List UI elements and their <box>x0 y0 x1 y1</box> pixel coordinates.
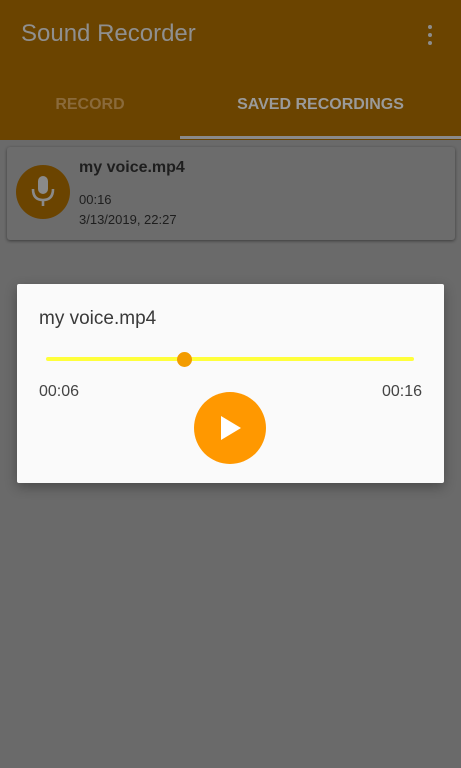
play-icon <box>221 416 241 440</box>
total-time: 00:16 <box>381 383 422 400</box>
recording-list-item[interactable]: my voice.mp4 00:16 3/13/2019, 22:27 <box>7 147 455 240</box>
playback-title: my voice.mp4 <box>39 308 157 329</box>
app-title: Sound Recorder <box>21 20 196 47</box>
seek-bar-thumb[interactable] <box>176 352 192 367</box>
recording-duration: 00:16 <box>79 192 112 207</box>
seek-bar-track[interactable] <box>46 357 414 361</box>
microphone-icon <box>31 176 55 206</box>
recording-name: my voice.mp4 <box>79 159 185 176</box>
more-vert-icon[interactable] <box>418 22 442 48</box>
tab-indicator <box>180 136 461 139</box>
app-bar: Sound Recorder RECORD SAVED RECORDINGS <box>0 0 461 140</box>
recording-date: 3/13/2019, 22:27 <box>79 212 177 227</box>
recording-avatar <box>16 165 70 219</box>
current-time: 00:06 <box>39 383 80 400</box>
playback-dialog: my voice.mp4 00:06 00:16 <box>17 284 444 483</box>
tab-saved-recordings[interactable]: SAVED RECORDINGS <box>180 84 461 138</box>
play-button[interactable] <box>194 392 266 464</box>
tab-record[interactable]: RECORD <box>0 84 180 138</box>
